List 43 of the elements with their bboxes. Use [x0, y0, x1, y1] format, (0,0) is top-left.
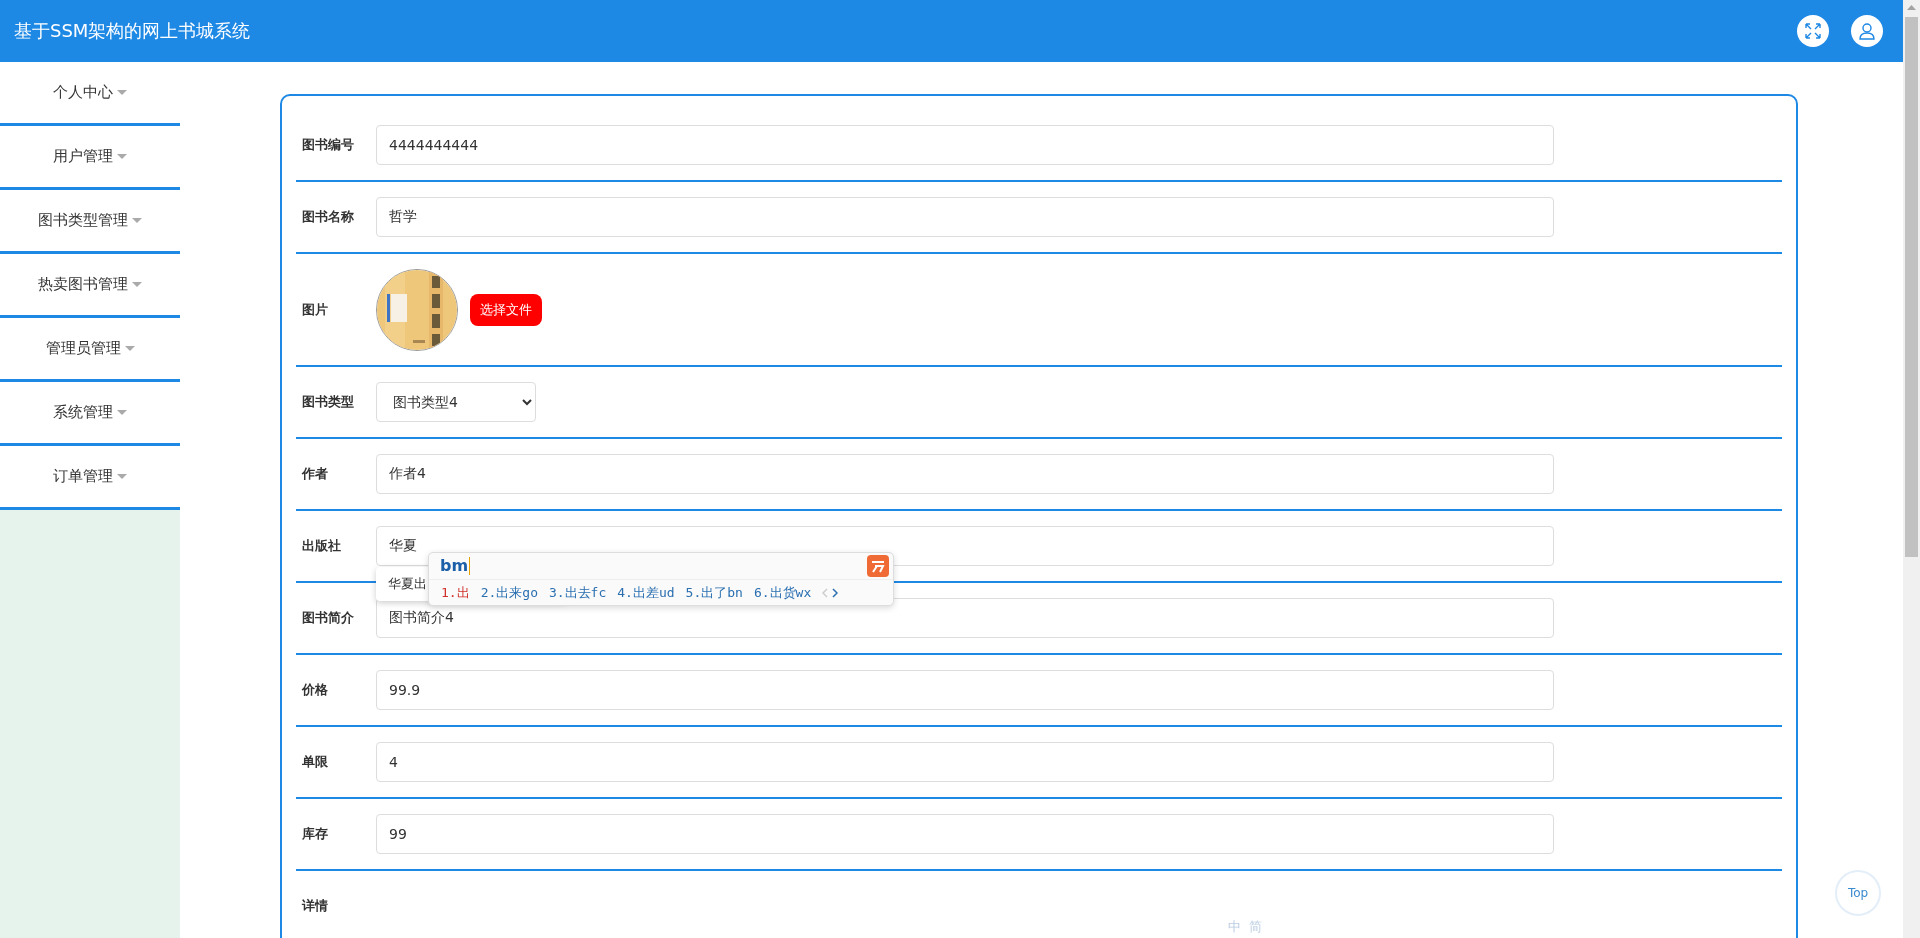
- ime-logo-icon: [867, 555, 889, 577]
- sidebar-item[interactable]: 用户管理: [0, 126, 180, 190]
- sidebar-item[interactable]: 图书类型管理: [0, 190, 180, 254]
- field-label: 图片: [301, 300, 329, 319]
- user-button[interactable]: [1851, 15, 1883, 47]
- field-label: 价格: [300, 681, 329, 699]
- choose-file-button[interactable]: 选择文件: [470, 293, 542, 326]
- sidebar-item[interactable]: 个人中心: [0, 62, 180, 126]
- text-field[interactable]: 99: [376, 814, 1554, 854]
- sidebar-item[interactable]: 热卖图书管理: [0, 254, 180, 318]
- field-label: 图书名称: [301, 208, 355, 226]
- field-label: 图书类型: [301, 393, 355, 411]
- caret-icon: [117, 90, 127, 95]
- sidebar-item[interactable]: 系统管理: [0, 382, 180, 446]
- user-icon: [1858, 22, 1876, 40]
- field-label: 图书编号: [301, 136, 355, 154]
- field-label: 单限: [301, 753, 329, 771]
- sidebar-item[interactable]: 管理员管理: [0, 318, 180, 382]
- field-label: 出版社: [301, 537, 342, 555]
- text-field[interactable]: 99.9: [376, 670, 1554, 710]
- caret-icon: [117, 154, 127, 159]
- text-field[interactable]: 4444444444: [376, 125, 1554, 165]
- field-label: 图书简介: [301, 609, 355, 627]
- caret-icon: [117, 474, 127, 479]
- scrollbar[interactable]: [1903, 0, 1920, 938]
- caret-icon: [132, 218, 142, 223]
- sidebar-item[interactable]: 订单管理: [0, 446, 180, 510]
- caret-icon: [132, 282, 142, 287]
- app-title: 基于SSM架构的网上书城系统: [14, 19, 251, 43]
- field-label: 详情: [300, 897, 329, 915]
- field-label: 作者: [300, 465, 329, 483]
- field-label: 库存: [301, 825, 329, 843]
- text-field[interactable]: 4: [376, 742, 1554, 782]
- text-field[interactable]: 哲学: [376, 197, 1554, 237]
- fullscreen-icon: [1804, 22, 1822, 40]
- type-select[interactable]: 图书类型4: [376, 382, 536, 422]
- caret-icon: [117, 410, 127, 415]
- caret-icon: [124, 346, 135, 351]
- back-to-top-button[interactable]: Top: [1835, 870, 1881, 916]
- text-field[interactable]: 作者4: [376, 454, 1554, 494]
- suggestion-item[interactable]: 华夏出: [388, 575, 427, 593]
- ime-composition: bm: [440, 557, 471, 575]
- fullscreen-button[interactable]: [1797, 15, 1829, 47]
